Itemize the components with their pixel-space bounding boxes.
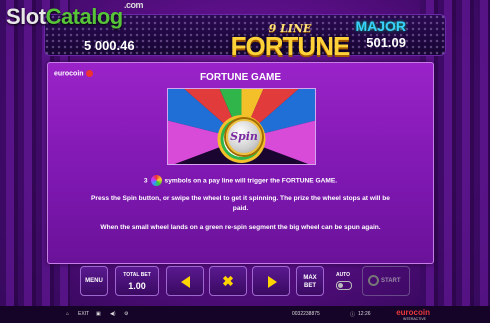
game-logo: 9 LINE FORTUNE <box>224 22 356 59</box>
auto-label: AUTO <box>335 272 351 278</box>
arrow-right-icon <box>268 276 277 288</box>
next-page-button[interactable] <box>252 266 290 296</box>
jackpot-major-value: 501.09 <box>366 35 406 50</box>
jackpot-left-value: 5 000.46 <box>84 38 135 53</box>
prev-page-button[interactable] <box>166 266 204 296</box>
paytable-panel: eurocoin FORTUNE GAME Spin 3 symbols on a… <box>47 62 434 264</box>
total-bet-display[interactable]: TOTAL BET 1.00 <box>115 266 159 296</box>
rule-count: 3 <box>143 177 148 185</box>
start-label: START <box>381 278 401 284</box>
total-bet-value: 1.00 <box>128 281 146 291</box>
max-bet-label: MAX BET <box>303 275 317 289</box>
watermark-slot: Slot <box>6 4 46 29</box>
fullscreen-icon[interactable]: ▣ <box>96 311 101 317</box>
jackpot-major-label: MAJOR <box>355 18 406 34</box>
rule-line-2: Press the Spin button, or swipe the whee… <box>91 195 390 212</box>
session-id: 0032238875 <box>292 311 320 317</box>
menu-button[interactable]: MENU <box>80 266 108 296</box>
eurocoin-brand-sub: INTERACTIVE <box>402 317 426 321</box>
settings-icon[interactable]: ⚙ <box>124 311 128 317</box>
rule-line-1: 3 symbols on a pay line will trigger the … <box>48 175 433 186</box>
max-bet-button[interactable]: MAX BET <box>296 266 324 296</box>
sound-icon[interactable]: ◀) <box>110 311 116 317</box>
arrow-left-icon <box>181 276 190 288</box>
start-button[interactable]: START <box>362 266 410 296</box>
fortune-wheel-image: Spin <box>167 88 316 165</box>
status-bar: ⌂ EXIT ▣ ◀) ⚙ 0032238875 ⓘ 12:26 eurocoi… <box>0 306 490 323</box>
logo-fortune: FORTUNE <box>230 31 351 61</box>
home-icon[interactable]: ⌂ <box>66 311 69 317</box>
auto-switch-icon <box>336 281 352 290</box>
watermark-catalog: Catalog <box>45 4 124 29</box>
close-paytable-button[interactable]: ✖ <box>209 266 247 296</box>
auto-toggle[interactable]: AUTO <box>330 266 356 296</box>
close-icon: ✖ <box>222 273 234 289</box>
start-cycle-icon <box>368 275 379 286</box>
info-icon: ⓘ <box>350 312 356 318</box>
clock-time: 12:26 <box>358 311 371 317</box>
eurocoin-brand: eurocoin <box>396 308 430 317</box>
watermark-com: .com <box>124 0 144 10</box>
panel-title: FORTUNE GAME <box>199 72 282 83</box>
rule-line-3: When the small wheel lands on a green re… <box>100 224 381 231</box>
wheel-symbol-icon <box>150 175 162 186</box>
spin-button-image: Spin <box>226 119 262 155</box>
rule-line-1-text: symbols on a pay line will trigger the F… <box>164 177 338 185</box>
menu-label: MENU <box>85 278 103 284</box>
exit-link[interactable]: EXIT <box>78 311 89 317</box>
total-bet-label: TOTAL BET <box>123 272 151 278</box>
slotcatalog-watermark: SlotCatalog .com <box>6 0 144 30</box>
